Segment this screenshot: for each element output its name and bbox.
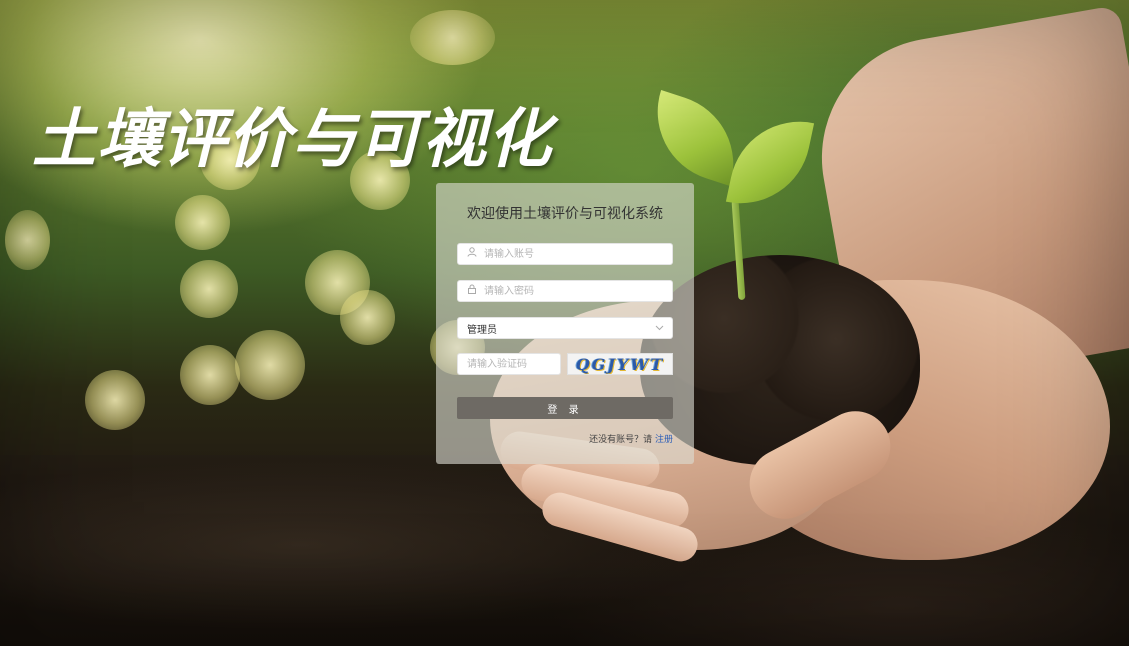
lock-icon bbox=[465, 284, 479, 298]
username-field[interactable] bbox=[457, 243, 673, 265]
seedling-leaf bbox=[725, 108, 815, 217]
password-field[interactable] bbox=[457, 280, 673, 302]
register-link[interactable]: 注册 bbox=[655, 435, 673, 445]
bokeh-light bbox=[85, 370, 145, 430]
login-heading: 欢迎使用土壤评价与可视化系统 bbox=[467, 206, 663, 222]
password-input[interactable] bbox=[484, 282, 672, 300]
captcha-text: QGJYWT bbox=[575, 354, 665, 374]
bokeh-light bbox=[5, 210, 50, 270]
captcha-image[interactable]: QGJYWT bbox=[567, 353, 673, 375]
bokeh-light bbox=[340, 290, 395, 345]
app-title: 土壤评价与可视化 bbox=[32, 102, 552, 177]
role-select[interactable]: 管理员 bbox=[457, 317, 673, 339]
bokeh-light bbox=[235, 330, 305, 400]
user-icon bbox=[465, 247, 479, 261]
no-account-text: 还没有账号？请 bbox=[589, 435, 653, 445]
login-button[interactable]: 登 录 bbox=[457, 397, 673, 419]
username-input[interactable] bbox=[484, 245, 672, 263]
chevron-down-icon bbox=[655, 323, 664, 334]
role-selected-value: 管理员 bbox=[467, 324, 497, 336]
captcha-field[interactable] bbox=[457, 353, 592, 375]
bokeh-light bbox=[180, 345, 240, 405]
register-prompt: 还没有账号？请 注册 bbox=[457, 432, 673, 445]
bokeh-light bbox=[410, 10, 495, 65]
bokeh-light bbox=[175, 195, 230, 250]
bokeh-light bbox=[180, 260, 238, 318]
